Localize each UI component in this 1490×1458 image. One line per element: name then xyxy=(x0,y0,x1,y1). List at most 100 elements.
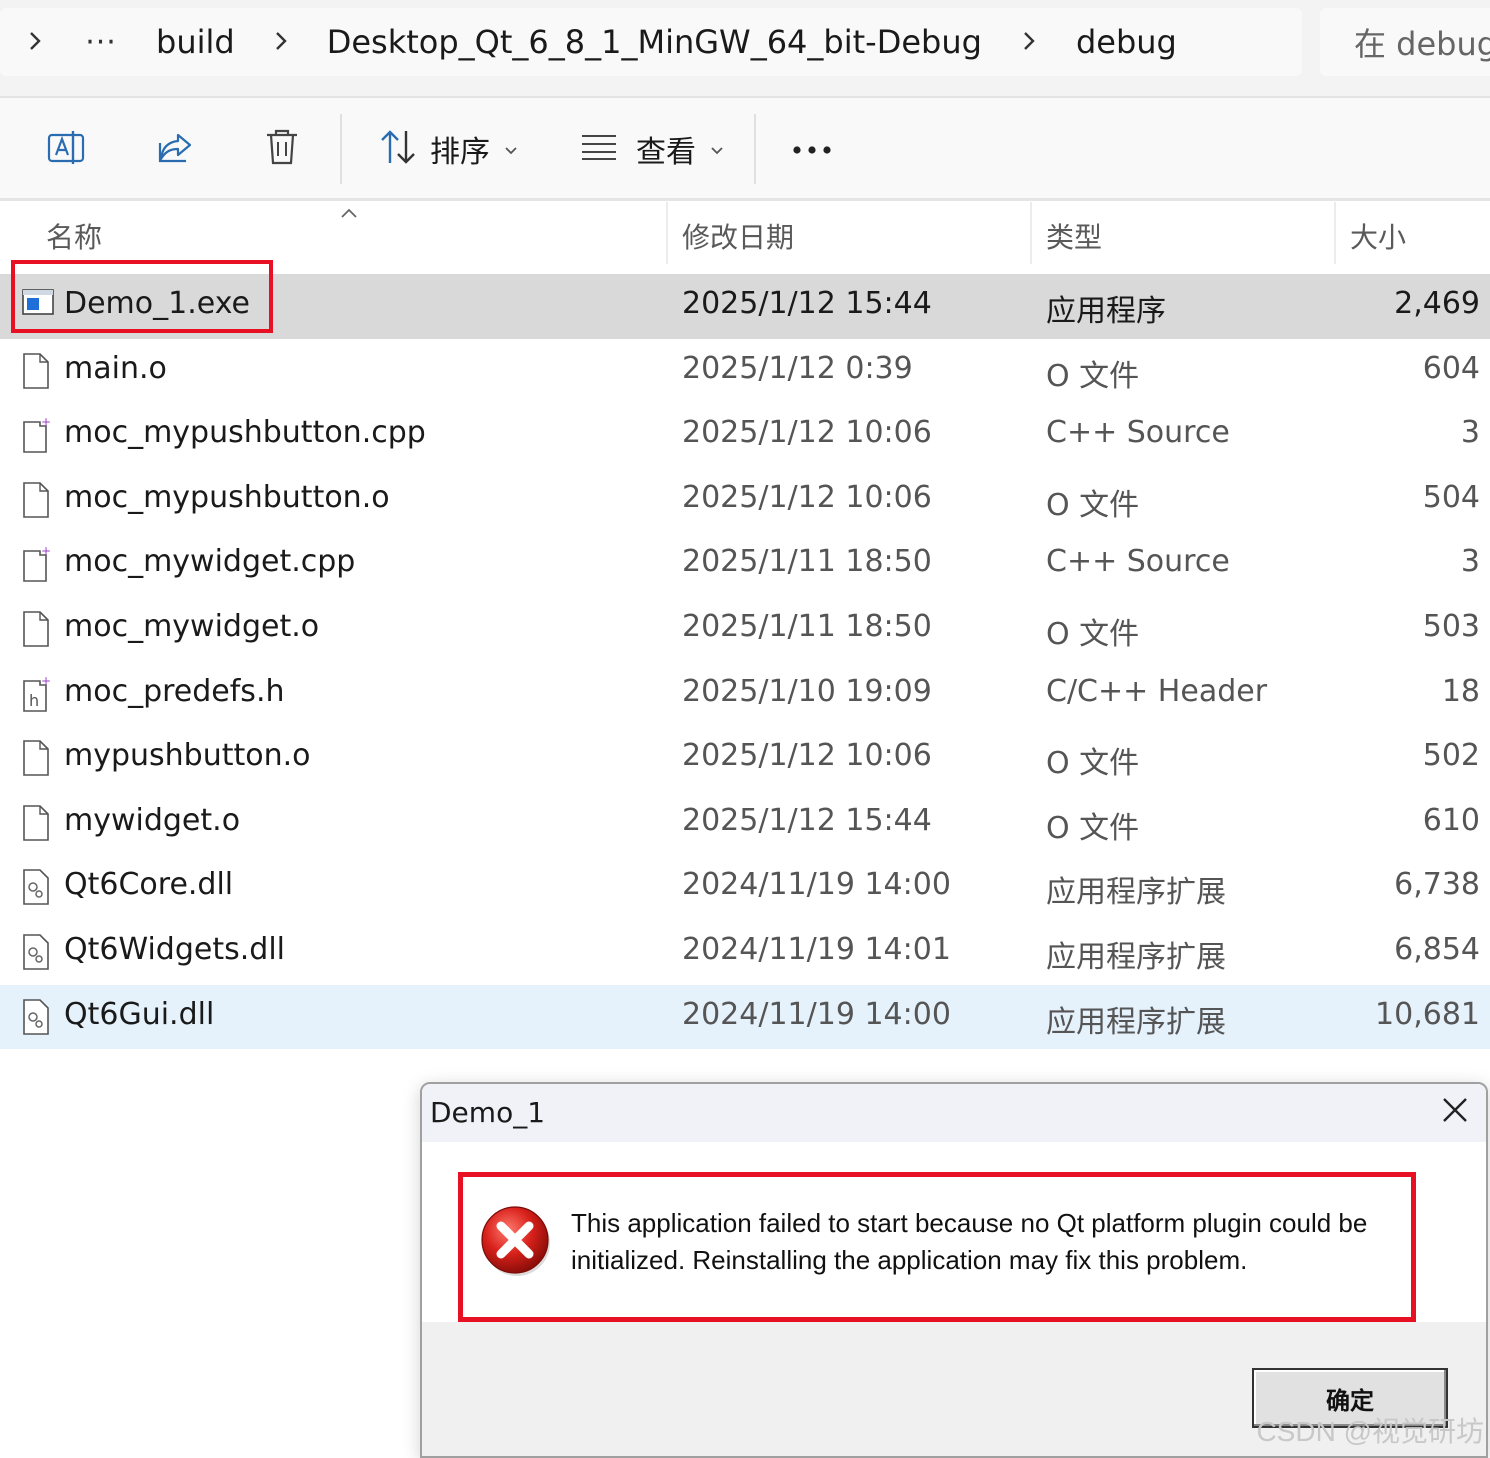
share-button[interactable] xyxy=(156,124,196,174)
file-size: 3 xyxy=(1460,415,1480,451)
file-name: mywidget.o xyxy=(64,802,241,838)
close-icon[interactable] xyxy=(1442,1092,1468,1132)
file-name: Qt6Widgets.dll xyxy=(64,931,285,967)
error-dialog: Demo_1 This application failed to start … xyxy=(420,1082,1488,1458)
file-row[interactable]: Qt6Widgets.dll 2024/11/19 14:01 应用程序扩展 6,85… xyxy=(0,920,1490,985)
file-list: Demo_1.exe 2025/1/12 15:44 应用程序 2,469 main.o… xyxy=(0,274,1490,1050)
file-name: moc_mypushbutton.o xyxy=(64,479,390,515)
address-bar: ··· build Desktop_Qt_6_8_1_MinGW_64_bit-… xyxy=(0,0,1490,98)
file-type: C++ Source xyxy=(1046,544,1230,580)
view-label: 查看 xyxy=(636,135,696,170)
cpp-file-icon: ++ xyxy=(22,544,61,583)
file-size: 504 xyxy=(1422,479,1480,515)
file-type: 应用程序 xyxy=(1046,294,1166,329)
file-row[interactable]: ++ moc_mywidget.cpp 2025/1/11 18:50 C++ Sou… xyxy=(0,532,1490,597)
share-icon xyxy=(156,127,196,171)
file-type: 应用程序扩展 xyxy=(1046,939,1226,975)
file-date: 2025/1/12 0:39 xyxy=(682,350,913,386)
column-divider[interactable] xyxy=(666,202,668,264)
cpp-file-icon: ++ xyxy=(22,415,61,453)
toolbar-divider xyxy=(754,114,756,184)
breadcrumb-item-build[interactable]: build xyxy=(156,23,235,61)
file-size: 503 xyxy=(1422,608,1480,644)
highlight-annotation: This application failed to start because… xyxy=(458,1172,1416,1322)
file-row[interactable]: ++hmoc_predefs.h2025/1/10 19:09C/C++ Hea… xyxy=(0,662,1490,727)
expand-chevron-icon[interactable] xyxy=(0,26,70,59)
breadcrumb-row: ··· build Desktop_Qt_6_8_1_MinGW_64_bit-… xyxy=(0,8,1177,76)
file-icon xyxy=(22,352,52,389)
file-date: 2025/1/11 18:50 xyxy=(682,608,932,644)
file-name: mypushbutton.o xyxy=(64,738,311,774)
command-bar: 排序 查看 xyxy=(0,98,1490,201)
file-date: 2024/11/19 14:00 xyxy=(682,867,951,903)
sort-button[interactable]: 排序 xyxy=(378,124,518,174)
file-size: 6,854 xyxy=(1394,931,1480,967)
file-date: 2024/11/19 14:00 xyxy=(682,996,951,1032)
chevron-right-icon[interactable] xyxy=(982,26,1076,59)
column-date[interactable]: 修改日期 xyxy=(682,216,794,256)
file-icon xyxy=(22,804,52,841)
file-row[interactable]: ++ moc_mypushbutton.cpp 2025/1/12 10:06 C++… xyxy=(0,403,1490,468)
delete-button[interactable] xyxy=(264,124,300,174)
file-row[interactable]: mypushbutton.o 2025/1/12 10:06 O 文件 502 xyxy=(0,726,1490,791)
file-row[interactable]: moc_mywidget.o 2025/1/11 18:50 O 文件 503 xyxy=(0,597,1490,662)
file-size: 10,681 xyxy=(1375,996,1480,1032)
column-divider[interactable] xyxy=(1334,202,1336,264)
file-row[interactable]: Qt6Gui.dll 2024/11/19 14:00 应用程序扩展 10,681 xyxy=(0,984,1490,1050)
file-icon xyxy=(22,740,52,776)
file-type: O 文件 xyxy=(1046,358,1140,394)
column-header: 名称 修改日期 类型 大小 xyxy=(0,202,1490,264)
breadcrumb-item-build-config[interactable]: Desktop_Qt_6_8_1_MinGW_64_bit-Debug xyxy=(327,23,982,61)
chevron-right-icon[interactable] xyxy=(235,26,327,59)
file-row[interactable]: Qt6Core.dll 2024/11/19 14:00 应用程序扩展 6,738 xyxy=(0,855,1490,920)
svg-text:++: ++ xyxy=(41,417,52,429)
dll-icon xyxy=(22,869,52,906)
column-divider[interactable] xyxy=(1030,202,1032,264)
file-type: 应用程序扩展 xyxy=(1046,875,1226,911)
file-row[interactable]: Demo_1.exe 2025/1/12 15:44 应用程序 2,469 xyxy=(0,274,1490,339)
column-size[interactable]: 大小 xyxy=(1350,216,1406,256)
file-type: O 文件 xyxy=(1046,810,1140,846)
svg-text:++: ++ xyxy=(41,676,52,688)
sort-icon xyxy=(378,127,418,171)
svg-text:++: ++ xyxy=(41,546,52,558)
file-date: 2025/1/12 10:06 xyxy=(682,738,932,774)
svg-text:h: h xyxy=(29,691,39,710)
watermark: CSDN @视觉研坊 xyxy=(1256,1416,1484,1447)
file-row[interactable]: moc_mypushbutton.o 2025/1/12 10:06 O 文件 504 xyxy=(0,468,1490,533)
file-size: 502 xyxy=(1422,738,1480,774)
file-row[interactable]: mywidget.o 2025/1/12 15:44 O 文件 610 xyxy=(0,791,1490,856)
file-date: 2025/1/12 10:06 xyxy=(682,415,932,451)
error-icon xyxy=(479,1203,555,1279)
file-size: 610 xyxy=(1422,802,1480,838)
file-size: 604 xyxy=(1422,350,1480,386)
chevron-down-icon xyxy=(504,137,518,161)
breadcrumb-item-debug[interactable]: debug xyxy=(1076,23,1177,61)
file-date: 2025/1/10 19:09 xyxy=(682,673,932,709)
file-name: moc_predefs.h xyxy=(64,673,285,709)
column-type[interactable]: 类型 xyxy=(1046,216,1102,256)
column-name[interactable]: 名称 xyxy=(46,216,102,256)
search-input[interactable]: 在 debug xyxy=(1320,8,1490,76)
file-icon xyxy=(22,611,52,647)
chevron-down-icon xyxy=(710,137,724,161)
file-row[interactable]: main.o 2025/1/12 0:39 O 文件 604 xyxy=(0,339,1490,404)
exe-icon xyxy=(22,288,54,324)
file-name: Demo_1.exe xyxy=(64,286,250,321)
file-date: 2025/1/12 15:44 xyxy=(682,802,932,838)
rename-button[interactable] xyxy=(46,124,86,174)
view-button[interactable]: 查看 xyxy=(580,124,724,174)
dialog-titlebar[interactable]: Demo_1 xyxy=(422,1084,1486,1142)
file-date: 2025/1/12 10:06 xyxy=(682,479,932,515)
dll-icon xyxy=(22,998,52,1035)
more-locations-icon[interactable]: ··· xyxy=(70,25,132,60)
trash-icon xyxy=(264,127,300,171)
more-options-button[interactable] xyxy=(792,124,832,174)
more-horizontal-icon xyxy=(792,140,832,159)
file-type: O 文件 xyxy=(1046,487,1140,523)
file-size: 2,469 xyxy=(1394,286,1480,321)
sort-label: 排序 xyxy=(430,135,490,170)
file-name: Qt6Core.dll xyxy=(64,867,234,903)
file-type: C++ Source xyxy=(1046,415,1230,451)
file-name: moc_mywidget.o xyxy=(64,608,320,644)
